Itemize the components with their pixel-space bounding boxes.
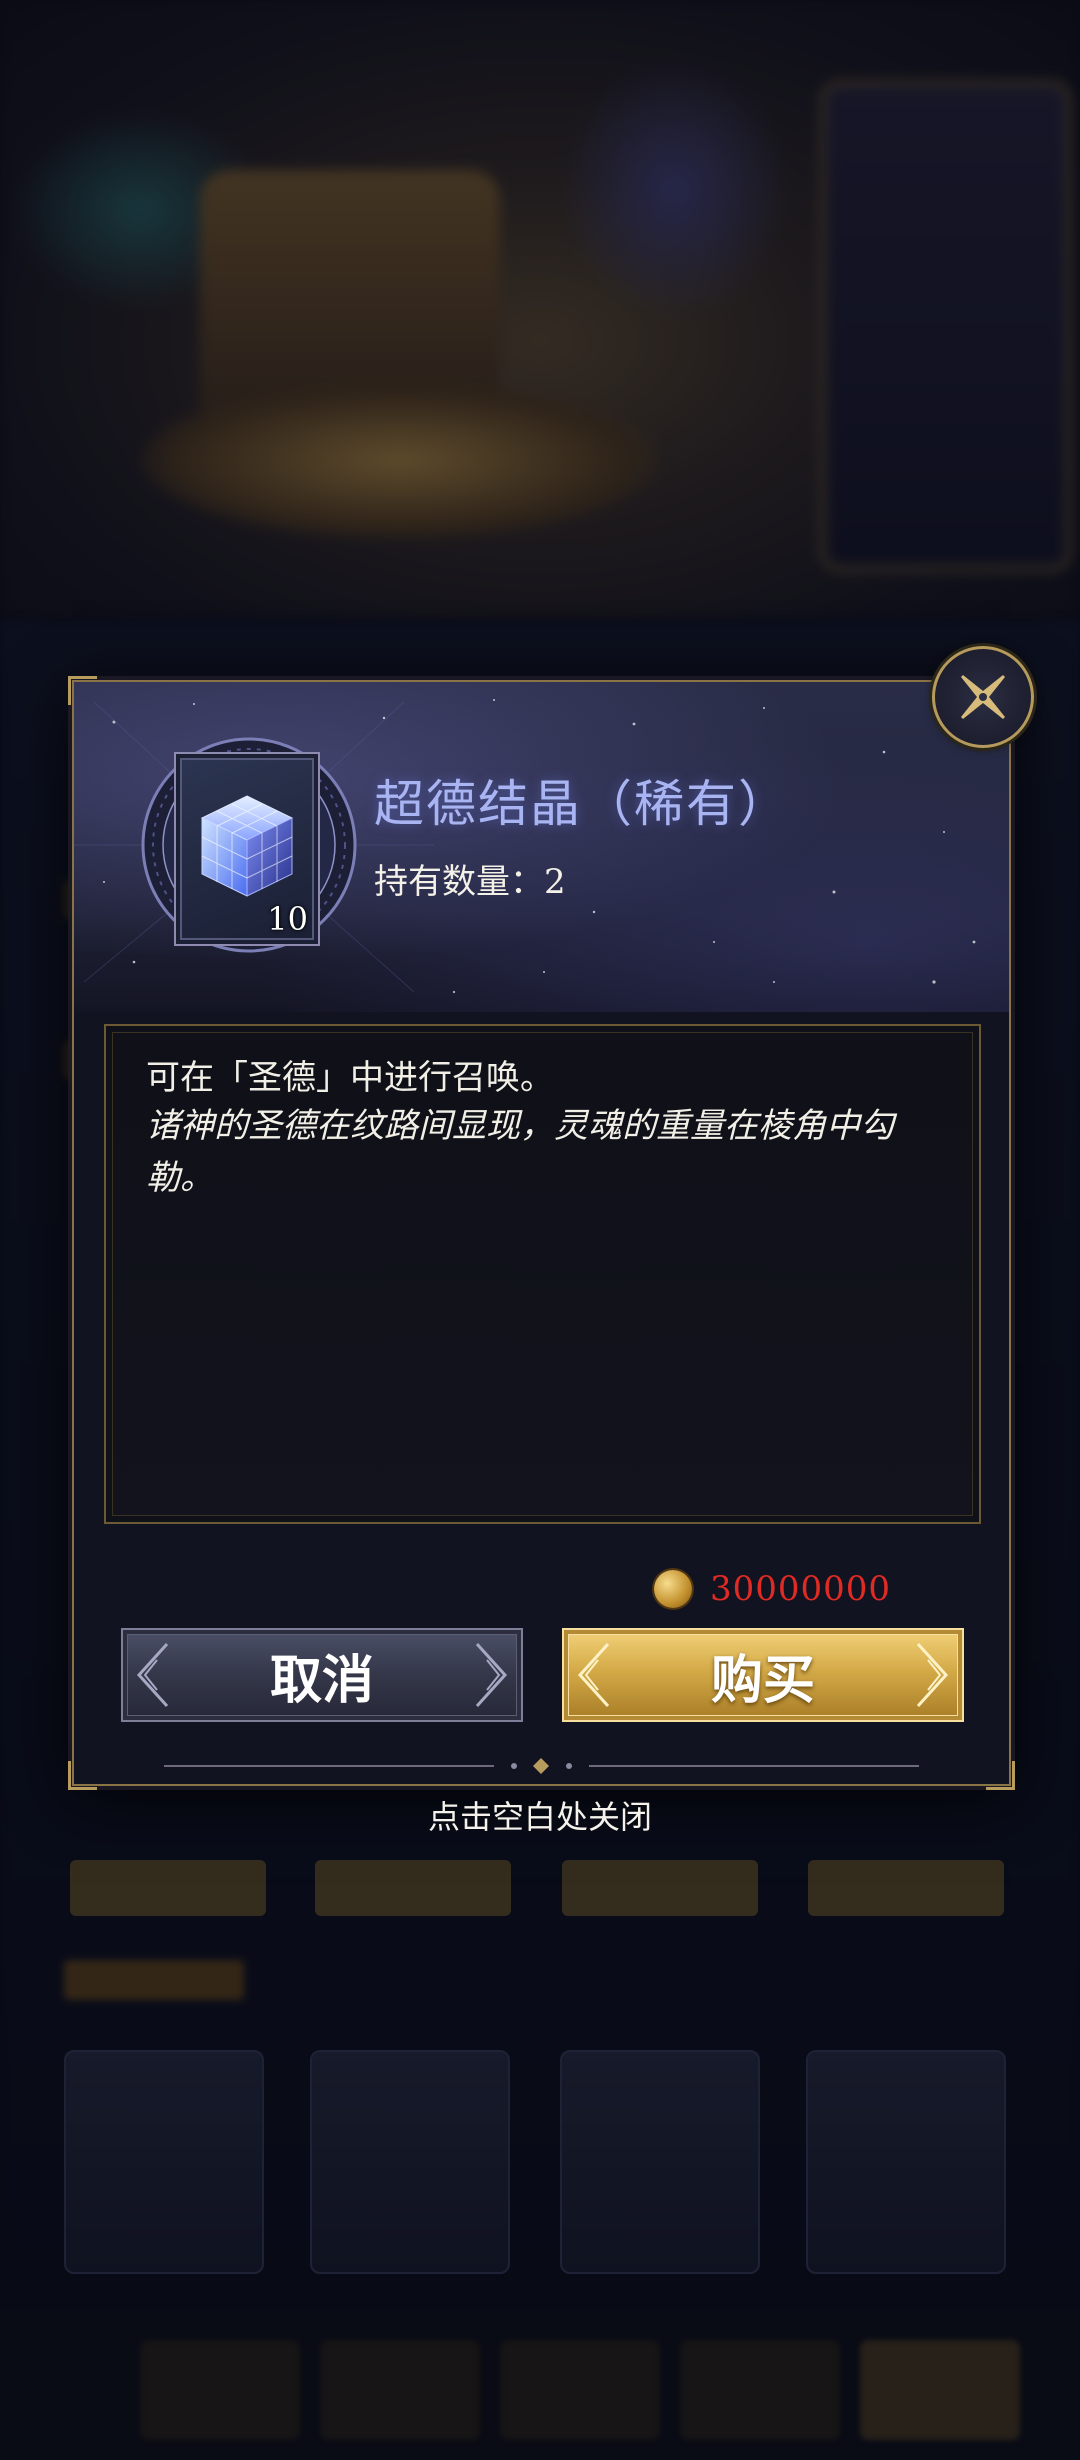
tap-to-close-hint: 点击空白处关闭	[427, 1798, 652, 1836]
gold-coin-icon	[654, 1570, 692, 1608]
dialog-bottom-ornament	[164, 1758, 919, 1774]
buy-button[interactable]: 购买	[562, 1628, 964, 1722]
item-card[interactable]: 10	[174, 752, 320, 946]
buy-button-label: 购买	[710, 1649, 815, 1711]
item-description-usage: 可在「圣德」中进行召唤。	[146, 1058, 554, 1098]
owned-quantity: 持有数量：2	[374, 862, 566, 902]
price-display: 30000000	[654, 1564, 891, 1614]
item-description-flavor: 诸神的圣德在纹路间显现，灵魂的重量在棱角中勾勒。	[146, 1106, 894, 1198]
dialog-header: 10 超德结晶（稀有） 持有数量：2	[74, 682, 1009, 1012]
item-card-count: 10	[267, 900, 308, 938]
cancel-button[interactable]: 取消	[121, 1628, 523, 1722]
item-description-box: 可在「圣德」中进行召唤。 诸神的圣德在纹路间显现，灵魂的重量在棱角中勾勒。	[104, 1024, 981, 1524]
price-value: 30000000	[710, 1569, 892, 1609]
cancel-button-label: 取消	[269, 1649, 374, 1711]
close-icon	[961, 675, 1005, 719]
item-name: 超德结晶（稀有）	[374, 775, 790, 833]
purchase-dialog: 10 超德结晶（稀有） 持有数量：2 可在「圣德」中进行召唤。 诸神的圣德在纹路…	[68, 676, 1015, 1790]
close-button[interactable]	[932, 646, 1034, 748]
